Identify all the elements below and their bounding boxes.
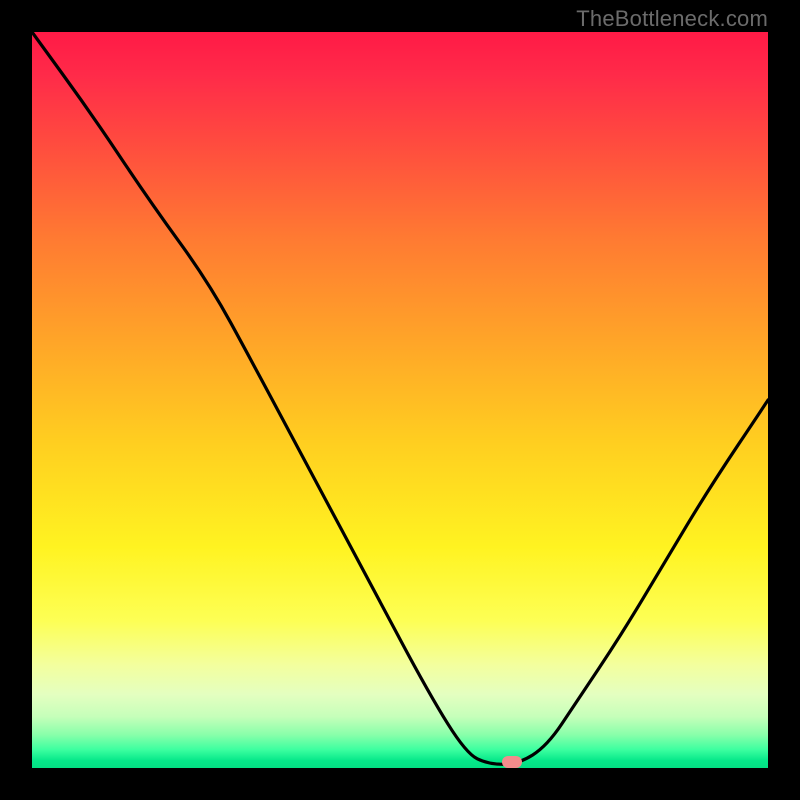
plot-area xyxy=(32,32,768,768)
watermark-label: TheBottleneck.com xyxy=(576,6,768,32)
bottleneck-curve xyxy=(32,32,768,768)
optimum-marker xyxy=(502,756,522,768)
chart-frame: TheBottleneck.com xyxy=(0,0,800,800)
